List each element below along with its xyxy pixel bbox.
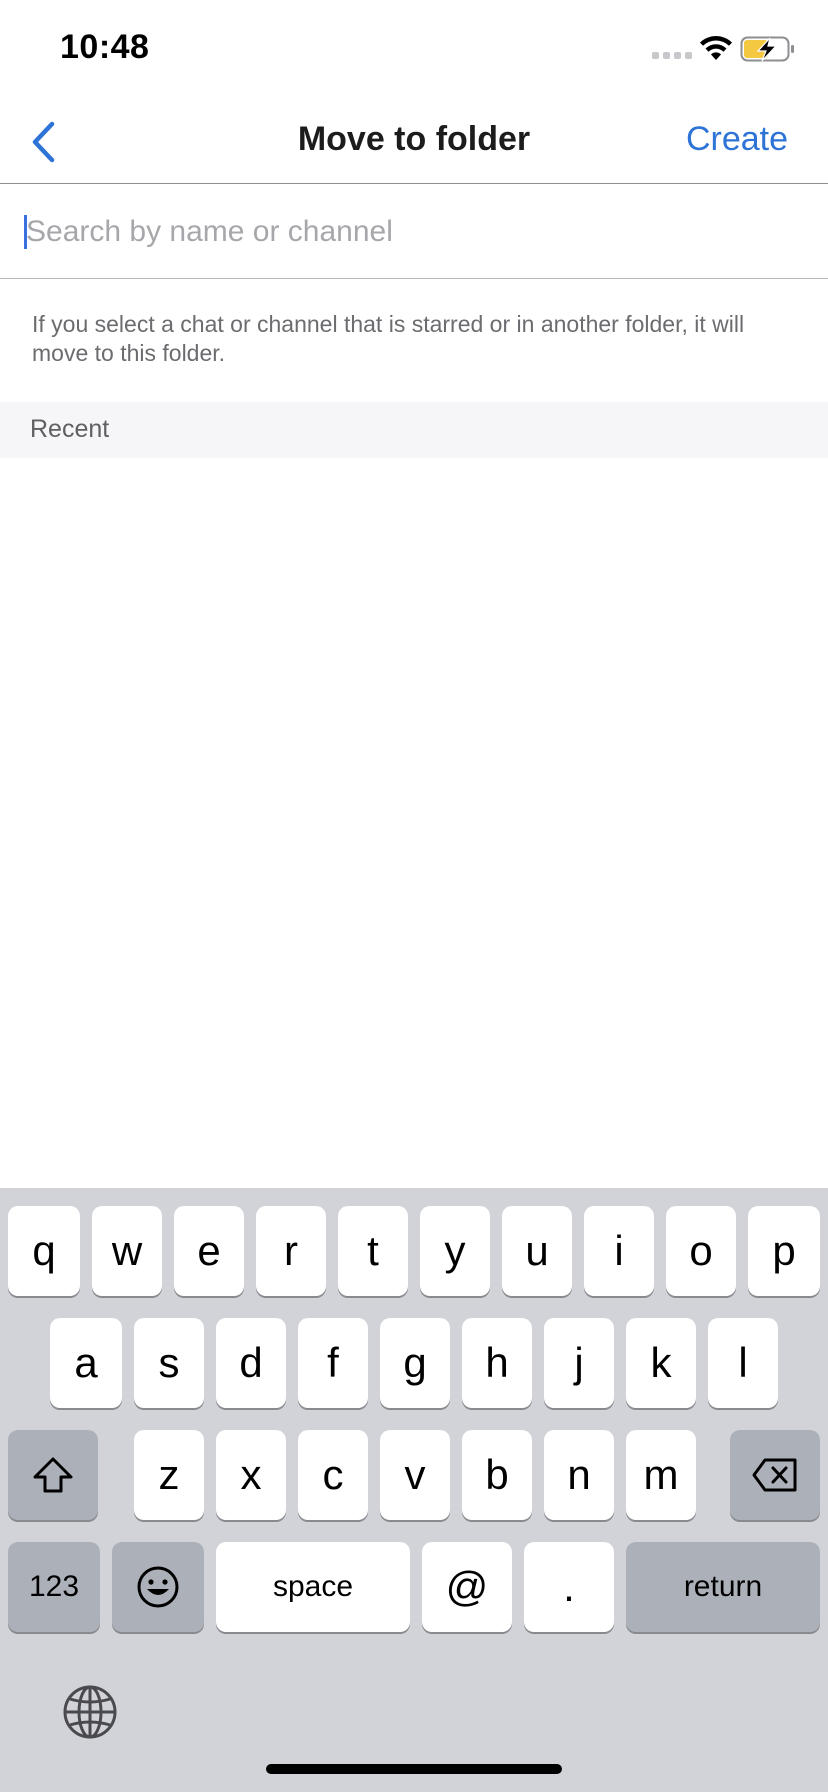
key-w[interactable]: w <box>92 1206 162 1296</box>
status-bar: 10:48 <box>0 0 828 100</box>
key-y[interactable]: y <box>420 1206 490 1296</box>
key-d[interactable]: d <box>216 1318 286 1408</box>
hint-text: If you select a chat or channel that is … <box>32 311 745 366</box>
at-key[interactable]: @ <box>422 1542 512 1632</box>
cellular-signal-icon <box>652 52 692 59</box>
text-cursor <box>24 215 27 249</box>
key-s[interactable]: s <box>134 1318 204 1408</box>
key-x[interactable]: x <box>216 1430 286 1520</box>
battery-charging-icon <box>740 36 794 62</box>
key-g[interactable]: g <box>380 1318 450 1408</box>
space-key[interactable]: space <box>216 1542 410 1632</box>
emoji-icon <box>137 1566 179 1608</box>
key-h[interactable]: h <box>462 1318 532 1408</box>
key-z[interactable]: z <box>134 1430 204 1520</box>
key-t[interactable]: t <box>338 1206 408 1296</box>
key-f[interactable]: f <box>298 1318 368 1408</box>
wifi-icon <box>700 36 732 60</box>
period-key[interactable]: . <box>524 1542 614 1632</box>
section-header-label: Recent <box>30 415 110 443</box>
create-button[interactable]: Create <box>686 120 788 159</box>
key-e[interactable]: e <box>174 1206 244 1296</box>
status-time: 10:48 <box>60 28 150 66</box>
key-p[interactable]: p <box>748 1206 820 1296</box>
search-input[interactable] <box>26 199 806 265</box>
shift-key[interactable] <box>8 1430 98 1520</box>
key-q[interactable]: q <box>8 1206 80 1296</box>
navigation-bar: Move to folder Create <box>0 100 828 184</box>
key-i[interactable]: i <box>584 1206 654 1296</box>
backspace-key[interactable] <box>730 1430 820 1520</box>
key-j[interactable]: j <box>544 1318 614 1408</box>
numbers-key[interactable]: 123 <box>8 1542 100 1632</box>
key-u[interactable]: u <box>502 1206 572 1296</box>
key-l[interactable]: l <box>708 1318 778 1408</box>
key-k[interactable]: k <box>626 1318 696 1408</box>
search-row <box>0 185 828 279</box>
key-v[interactable]: v <box>380 1430 450 1520</box>
key-r[interactable]: r <box>256 1206 326 1296</box>
backspace-icon <box>752 1458 797 1492</box>
key-m[interactable]: m <box>626 1430 696 1520</box>
shift-icon <box>33 1457 73 1493</box>
return-key[interactable]: return <box>626 1542 820 1632</box>
key-a[interactable]: a <box>50 1318 122 1408</box>
keyboard: q w e r t y u i o p a s d f g h j k l z … <box>0 1188 828 1792</box>
globe-icon[interactable] <box>62 1684 118 1740</box>
key-o[interactable]: o <box>666 1206 736 1296</box>
emoji-key[interactable] <box>112 1542 204 1632</box>
home-indicator[interactable] <box>266 1764 562 1774</box>
key-n[interactable]: n <box>544 1430 614 1520</box>
key-b[interactable]: b <box>462 1430 532 1520</box>
section-header-recent: Recent <box>0 402 828 458</box>
key-c[interactable]: c <box>298 1430 368 1520</box>
move-to-folder-screen: 10:48 Move to folder Create If you se <box>0 0 828 1792</box>
